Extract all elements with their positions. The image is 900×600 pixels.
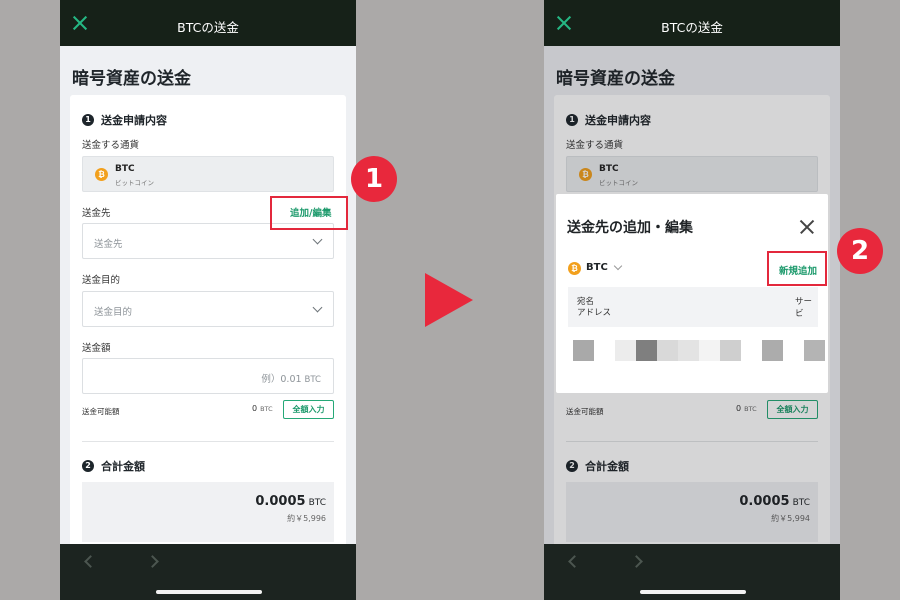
redacted-pixel	[636, 340, 657, 361]
total-amount: 0.0005	[255, 494, 306, 509]
page-title: 暗号資産の送金	[72, 69, 191, 89]
total-yen: 約￥5,996	[287, 514, 326, 523]
home-indicator	[156, 590, 262, 594]
total-value: 0.0005 BTC	[255, 494, 326, 509]
step-badge-2: 2	[837, 228, 883, 274]
section-label: 合計金額	[101, 460, 145, 473]
available-unit: BTC	[260, 405, 273, 413]
amount-input[interactable]: 例）0.01 BTC	[82, 358, 334, 394]
btc-coin-icon: ₿	[95, 168, 108, 181]
section-number: 1	[82, 114, 94, 126]
bottom-nav	[60, 544, 356, 600]
header-title: BTCの送金	[177, 20, 239, 35]
modal-title: 送金先の追加・編集	[567, 220, 693, 236]
redacted-pixel	[657, 340, 678, 361]
purpose-select[interactable]: 送金目的	[82, 291, 334, 327]
destination-placeholder: 送金先	[94, 239, 123, 250]
redacted-pixel	[783, 340, 804, 361]
redacted-pixel	[741, 340, 762, 361]
available-amount: 0	[252, 404, 258, 413]
redacted-pixel	[804, 340, 825, 361]
section-label: 送金申請内容	[101, 114, 167, 127]
column-address: アドレス	[577, 308, 612, 318]
back-arrow-icon[interactable]	[84, 555, 97, 568]
amount-placeholder-text: 例）0.01	[261, 374, 302, 385]
play-arrow-icon	[425, 273, 473, 327]
redacted-pixel	[573, 340, 594, 361]
destination-edit-modal: 送金先の追加・編集 ₿ BTC 新規追加 宛名 アドレス サービ	[556, 194, 828, 393]
currency-subname: ビットコイン	[115, 179, 154, 187]
forward-arrow-icon[interactable]	[146, 555, 159, 568]
purpose-placeholder: 送金目的	[94, 307, 133, 318]
available-label: 送金可能額	[82, 407, 120, 416]
btc-coin-icon: ₿	[568, 262, 581, 275]
chevron-down-icon[interactable]	[613, 261, 623, 271]
amount-label: 送金額	[82, 343, 111, 354]
total-unit: BTC	[308, 498, 326, 508]
forward-arrow-icon[interactable]	[630, 555, 643, 568]
redacted-pixel	[615, 340, 636, 361]
currency-name: BTC	[115, 164, 135, 174]
chevron-down-icon	[312, 302, 323, 313]
section-request-title: 1 送金申請内容	[82, 112, 167, 128]
currency-selector[interactable]: BTC	[586, 262, 608, 273]
redacted-pixel	[678, 340, 699, 361]
section-total-title: 2 合計金額	[82, 458, 145, 474]
redacted-pixel	[594, 340, 615, 361]
total-box: 0.0005 BTC 約￥5,996	[82, 482, 334, 542]
divider	[82, 441, 334, 442]
column-service: サービ	[795, 297, 813, 319]
redacted-pixel	[762, 340, 783, 361]
left-screen: BTCの送金 暗号資産の送金 1 送金申請内容 送金する通貨 ₿ BTC ビット…	[60, 0, 356, 600]
home-indicator	[640, 590, 746, 594]
available-value: 0 BTC	[252, 404, 273, 413]
back-arrow-icon[interactable]	[568, 555, 581, 568]
destination-table-header: 宛名 アドレス サービ	[568, 287, 818, 327]
transfer-form-card: 1 送金申請内容 送金する通貨 ₿ BTC ビットコイン 送金先 送金先 送金目…	[70, 95, 346, 555]
highlight-box-new-add	[767, 251, 827, 286]
highlight-box-add-edit	[270, 196, 348, 230]
full-amount-button[interactable]: 全額入力	[283, 400, 334, 419]
purpose-label: 送金目的	[82, 275, 121, 286]
section-number: 2	[82, 460, 94, 472]
destination-label: 送金先	[82, 208, 111, 219]
right-screen: BTCの送金 暗号資産の送金 1 送金申請内容 送金する通貨 ₿ BTC ビット…	[544, 0, 840, 600]
chevron-down-icon	[312, 234, 323, 245]
table-row-redacted[interactable]	[573, 340, 828, 361]
header-bar: BTCの送金	[544, 0, 840, 46]
amount-placeholder: 例）0.01 BTC	[261, 371, 321, 385]
header-title: BTCの送金	[661, 20, 723, 35]
close-icon[interactable]	[800, 220, 814, 234]
currency-label: 送金する通貨	[82, 140, 140, 151]
header-bar: BTCの送金	[60, 0, 356, 46]
bottom-nav	[544, 544, 840, 600]
step-badge-1: 1	[351, 156, 397, 202]
redacted-pixel	[699, 340, 720, 361]
currency-display: ₿ BTC ビットコイン	[82, 156, 334, 192]
redacted-pixel	[720, 340, 741, 361]
amount-unit: BTC	[304, 375, 321, 385]
